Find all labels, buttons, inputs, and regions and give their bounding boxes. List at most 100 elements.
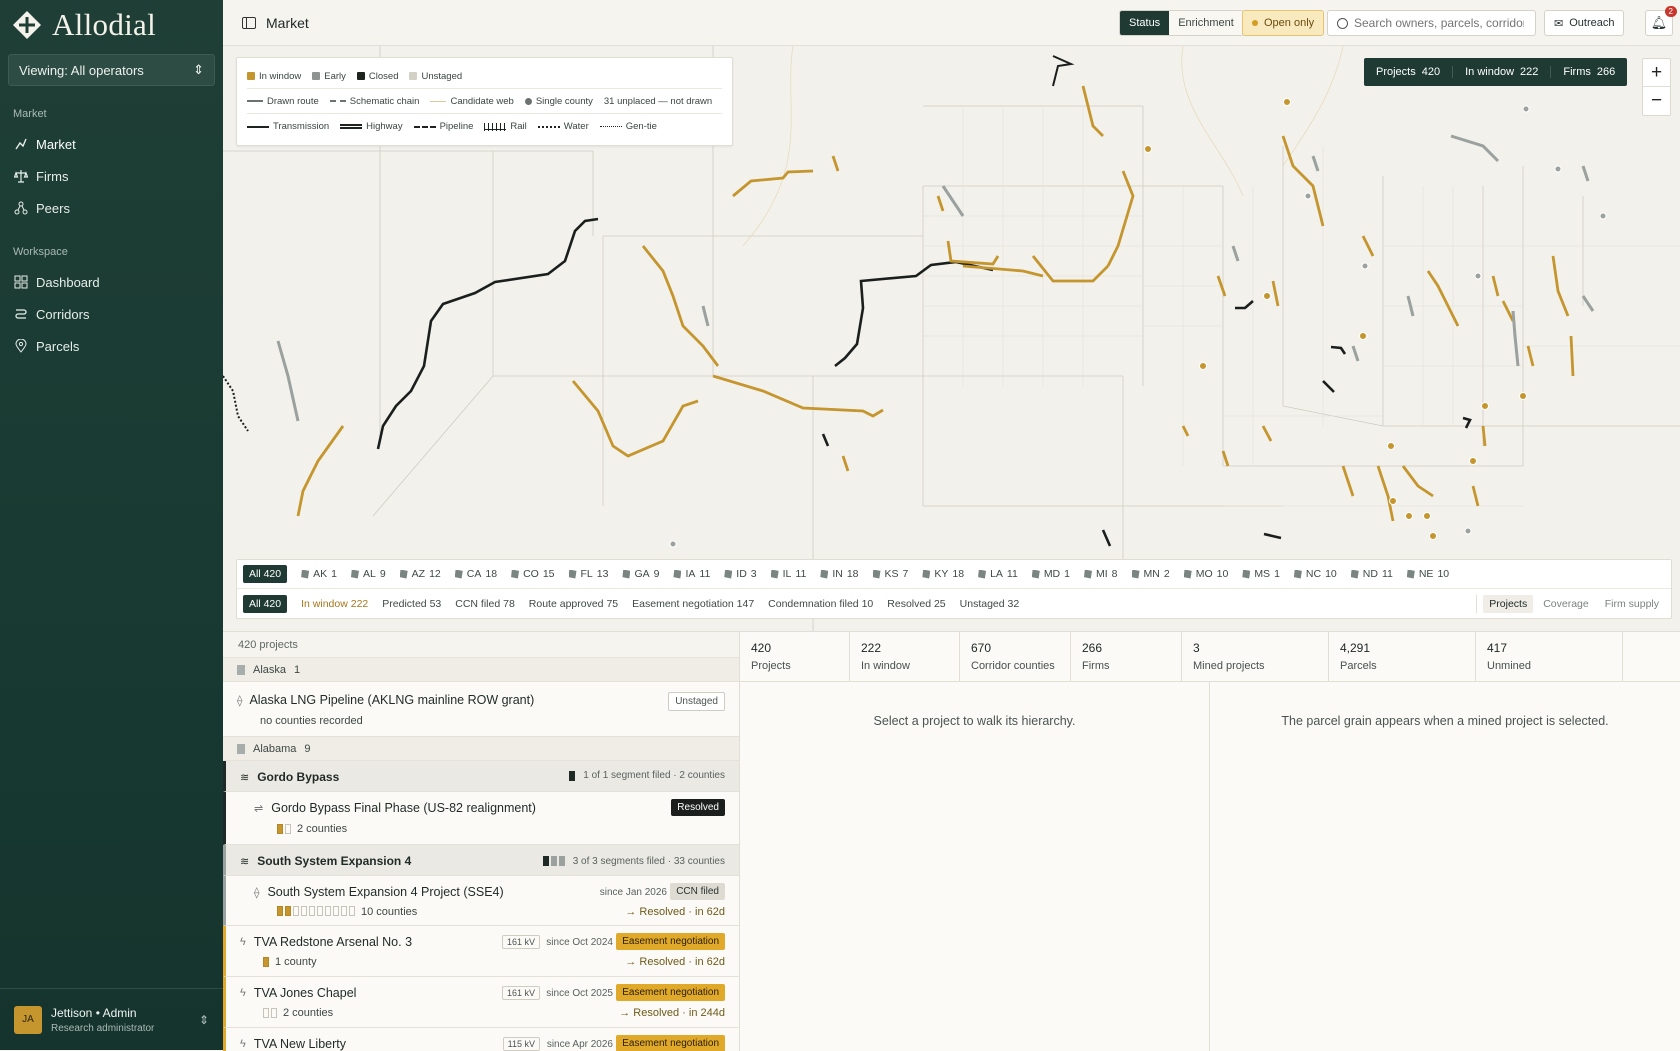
filter-count: 9: [653, 568, 660, 580]
state-filter-ca[interactable]: CA 18: [454, 568, 497, 580]
project-item[interactable]: ⟠ Alaska LNG Pipeline (AKLNG mainline RO…: [223, 682, 739, 737]
state-filter-al[interactable]: AL 9: [350, 568, 386, 580]
county-summary: 1 county: [263, 956, 317, 968]
filter-count: 10: [1325, 568, 1337, 580]
status-badge: CCN filed: [670, 883, 725, 900]
legend-highway: Highway: [340, 121, 403, 132]
legend-gen-tie: Gen-tie: [599, 121, 657, 132]
stage-filter-ccn-filed[interactable]: CCN filed 78: [455, 598, 515, 610]
pipeline-type-icon: ⟠: [254, 886, 260, 899]
nav-item-peers[interactable]: Peers: [0, 192, 223, 224]
metric-label: In window: [861, 660, 910, 672]
segment-summary: 3 of 3 segments filed · 33 counties: [572, 855, 725, 867]
state-filter-mo[interactable]: MO 10: [1183, 568, 1228, 580]
project-item[interactable]: ϟ TVA Redstone Arsenal No. 3 161 kV sinc…: [223, 926, 739, 977]
operator-selector[interactable]: Viewing: All operators ⇕: [8, 54, 215, 86]
project-item[interactable]: ϟ TVA New Liberty 115 kV since Apr 2026 …: [223, 1028, 739, 1051]
nav-item-dashboard[interactable]: Dashboard: [0, 266, 223, 298]
stage-filter-in-window[interactable]: In window 222: [301, 598, 368, 610]
open-only-toggle[interactable]: Open only: [1242, 10, 1325, 36]
sidebar: Allodial Viewing: All operators ⇕ Market…: [0, 0, 223, 1050]
stage-filter-predicted[interactable]: Predicted 53: [382, 598, 441, 610]
state-filter-nd[interactable]: ND 11: [1350, 568, 1393, 580]
state-shape-icon: [978, 569, 987, 579]
project-item[interactable]: ⇌ Gordo Bypass Final Phase (US-82 realig…: [223, 792, 739, 845]
state-filter-ks[interactable]: KS 7: [872, 568, 908, 580]
state-filter-md[interactable]: MD 1: [1031, 568, 1070, 580]
legend-schematic-chain: Schematic chain: [329, 96, 419, 107]
project-title: Gordo Bypass Final Phase (US-82 realignm…: [271, 801, 536, 815]
filter-label: Unstaged: [959, 597, 1005, 610]
search-box[interactable]: [1327, 10, 1536, 36]
transmission-type-icon: ϟ: [240, 1038, 246, 1050]
unstaged-swatch-icon: [409, 72, 418, 80]
state-filter-id[interactable]: ID 3: [724, 568, 757, 580]
project-parent-row[interactable]: ≋ South System Expansion 4 3 of 3 segmen…: [223, 845, 739, 876]
legend-single-county: Single county: [524, 96, 593, 107]
state-filter-ms[interactable]: MS 1: [1242, 568, 1280, 580]
stage-filter-unstaged[interactable]: Unstaged 32: [960, 598, 1020, 610]
dot-icon: [524, 97, 532, 105]
project-item[interactable]: ⟠ South System Expansion 4 Project (SSE4…: [223, 876, 739, 926]
legend-water: Water: [537, 121, 589, 132]
state-filter-ky[interactable]: KY 18: [922, 568, 964, 580]
stage-filter-resolved[interactable]: Resolved 25: [887, 598, 945, 610]
nav-section-market: Market: [13, 108, 47, 120]
filter-count: 3: [750, 568, 757, 580]
state-filter-ne[interactable]: NE 10: [1406, 568, 1449, 580]
nav-item-firms[interactable]: Firms: [0, 160, 223, 192]
project-title: TVA New Liberty: [253, 1037, 346, 1051]
filter-label: IL: [782, 568, 792, 580]
state-filter-az[interactable]: AZ 12: [399, 568, 441, 580]
project-map[interactable]: In window Early Closed Unstaged Drawn ro…: [223, 46, 1680, 631]
view-tab-coverage[interactable]: Coverage: [1537, 595, 1595, 613]
filter-count: 53: [429, 597, 442, 610]
mode-status-button[interactable]: Status: [1120, 11, 1170, 35]
state-group-header[interactable]: Alaska 1: [223, 658, 739, 682]
mode-enrichment-button[interactable]: Enrichment: [1169, 11, 1243, 35]
state-group-header[interactable]: Alabama 9: [223, 737, 739, 761]
nav-item-parcels[interactable]: Parcels: [0, 330, 223, 362]
stat-label: Projects: [1376, 66, 1416, 78]
stage-filter-easement-negotiation[interactable]: Easement negotiation 147: [632, 598, 754, 610]
project-parent-row[interactable]: ≋ Gordo Bypass 1 of 1 segment filed · 2 …: [223, 761, 739, 792]
legend-drawn-route: Drawn route: [247, 96, 319, 107]
state-filter-mi[interactable]: MI 8: [1084, 568, 1118, 580]
state-filter-nc[interactable]: NC 10: [1293, 568, 1337, 580]
project-item[interactable]: ϟ TVA Jones Chapel 161 kV since Oct 2025…: [223, 977, 739, 1028]
state-filter-la[interactable]: LA 11: [978, 568, 1018, 580]
stage-filter-all[interactable]: All 420: [243, 594, 288, 613]
outreach-button[interactable]: ✉ Outreach: [1544, 10, 1625, 36]
metric-in-window: 222 In window: [850, 632, 960, 681]
state-filter-ak[interactable]: AK 1: [301, 568, 337, 580]
project-counties: 1 county: [275, 956, 317, 968]
sidebar-toggle-icon[interactable]: [242, 16, 256, 29]
zoom-in-button[interactable]: +: [1643, 59, 1670, 87]
state-filter-in[interactable]: IN 18: [820, 568, 859, 580]
pipeline-line-icon: [413, 125, 436, 128]
state-filter-il[interactable]: IL 11: [770, 568, 806, 580]
state-filter-all[interactable]: All 420: [243, 565, 288, 583]
user-menu[interactable]: JA Jettison • Admin Research administrat…: [0, 988, 223, 1050]
state-filter-fl[interactable]: FL 13: [568, 568, 608, 580]
stage-filter-route-approved[interactable]: Route approved 75: [529, 598, 618, 610]
state-filter-mn[interactable]: MN 2: [1131, 568, 1170, 580]
hierarchy-panel: Select a project to walk its hierarchy.: [740, 682, 1210, 1051]
view-tab-firm-supply[interactable]: Firm supply: [1599, 595, 1665, 613]
nav-section-workspace: Workspace: [13, 246, 68, 258]
state-filter-ia[interactable]: IA 11: [673, 568, 710, 580]
project-title: Alaska LNG Pipeline (AKLNG mainline ROW …: [249, 693, 535, 707]
stage-filter-condemnation-filed[interactable]: Condemnation filed 10: [768, 598, 873, 610]
zoom-out-button[interactable]: −: [1643, 87, 1670, 115]
legend-label: Candidate web: [450, 95, 514, 107]
view-tab-projects[interactable]: Projects: [1483, 594, 1534, 613]
state-filter-ga[interactable]: GA 9: [622, 568, 659, 580]
state-filter-co[interactable]: CO 15: [511, 568, 555, 580]
nav-item-market[interactable]: Market: [0, 128, 223, 160]
nav-item-corridors[interactable]: Corridors: [0, 298, 223, 330]
brand[interactable]: Allodial: [0, 0, 223, 50]
status-badge: Easement negotiation: [616, 1035, 725, 1051]
legend-unplaced: 31 unplaced — not drawn: [603, 95, 713, 107]
notifications-button[interactable]: 🔔︎ 2: [1645, 6, 1677, 36]
search-input[interactable]: [1354, 16, 1524, 30]
